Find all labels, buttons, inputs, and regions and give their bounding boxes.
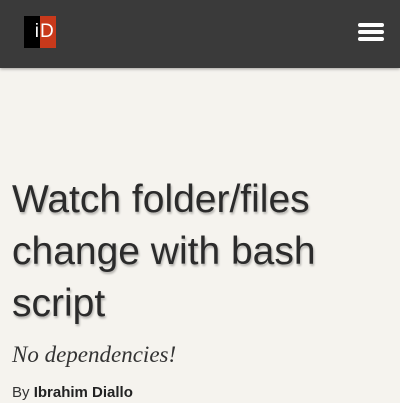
menu-bar-top (358, 23, 384, 27)
menu-bar-middle (358, 30, 384, 34)
site-header: i D (0, 0, 400, 68)
logo-letter-i: i (24, 16, 40, 48)
byline-prefix: By (12, 384, 30, 401)
site-logo[interactable]: i D (24, 16, 56, 48)
menu-bar-bottom (358, 37, 384, 41)
article-title: Watch folder/files change with bash scri… (12, 178, 316, 325)
article-subtitle: No dependencies! (12, 342, 177, 367)
hamburger-menu-icon[interactable] (356, 20, 386, 44)
author-link[interactable]: Ibrahim Diallo (34, 384, 133, 401)
logo-letter-d: D (40, 16, 56, 48)
article-byline: By Ibrahim Diallo (12, 383, 133, 403)
